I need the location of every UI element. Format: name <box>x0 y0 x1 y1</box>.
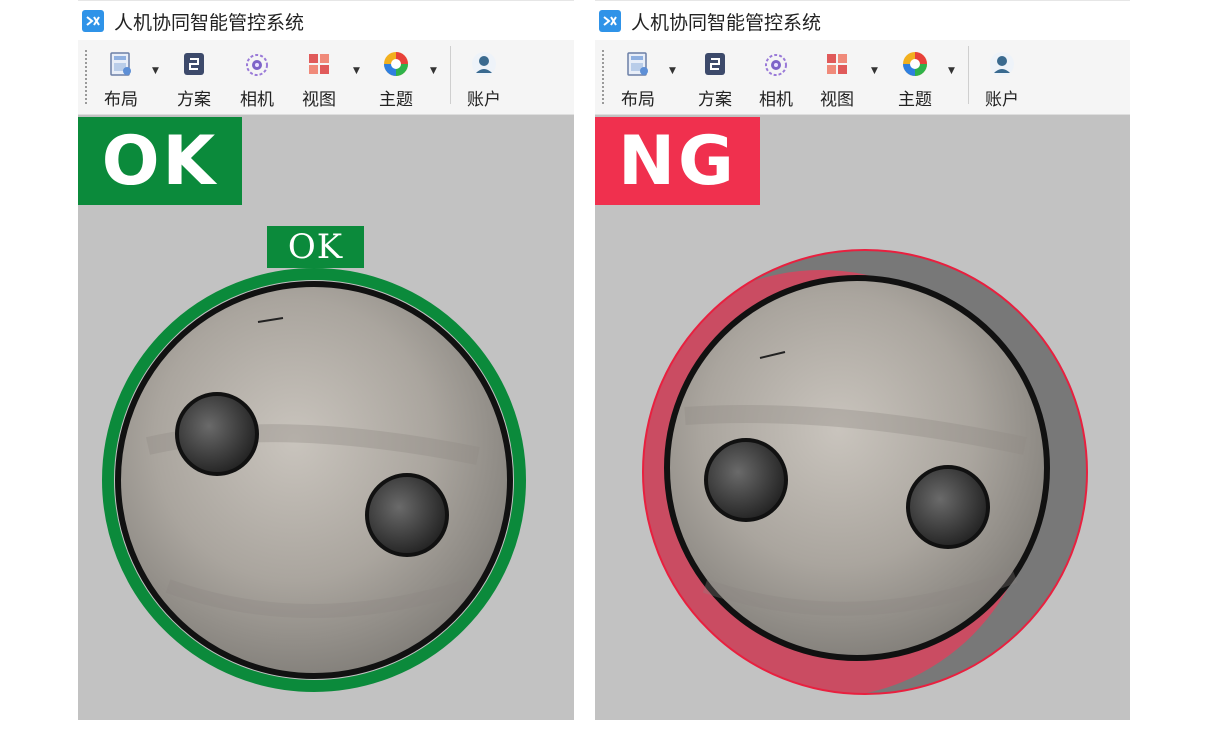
account-label: 账户 <box>985 90 1019 110</box>
layout-icon <box>110 52 131 76</box>
title-bar: 人机协同智能管控系统 <box>78 0 574 41</box>
app-logo-icon <box>82 10 104 32</box>
layout-button[interactable]: 布局 <box>615 47 661 110</box>
scheme-button[interactable]: 方案 <box>171 47 217 110</box>
toolbar-separator <box>450 46 451 104</box>
part-ok-label: OK <box>267 226 364 268</box>
view-dropdown-arrow[interactable]: ▼ <box>871 66 878 76</box>
view-label: 视图 <box>820 90 854 110</box>
layout-button[interactable]: 布局 <box>98 47 144 110</box>
inspection-view <box>642 249 1088 695</box>
theme-dropdown-arrow[interactable]: ▼ <box>948 66 955 76</box>
hole-left <box>704 438 788 522</box>
theme-icon <box>903 52 927 76</box>
account-button[interactable]: 账户 <box>979 47 1025 110</box>
title-bar: 人机协同智能管控系统 <box>595 0 1130 41</box>
theme-label: 主题 <box>898 90 932 110</box>
view-button[interactable]: 视图 <box>814 47 860 110</box>
scheme-label: 方案 <box>698 90 732 110</box>
layout-dropdown-arrow[interactable]: ▼ <box>669 66 676 76</box>
status-badge-ng: NG <box>595 117 760 205</box>
theme-dropdown-arrow[interactable]: ▼ <box>430 66 437 76</box>
view-icon <box>827 54 847 74</box>
toolbar: 布局 ▼ 方案 相机 视图 ▼ 主题 ▼ 账户 <box>78 40 574 115</box>
toolbar-separator <box>968 46 969 104</box>
view-button[interactable]: 视图 <box>296 47 342 110</box>
layout-label: 布局 <box>621 90 655 110</box>
theme-label: 主题 <box>379 90 413 110</box>
view-icon <box>309 54 329 74</box>
hole-right <box>906 465 990 549</box>
scheme-icon <box>184 53 204 75</box>
toolbar: 布局 ▼ 方案 相机 视图 ▼ 主题 ▼ 账户 <box>595 40 1130 115</box>
window-title: 人机协同智能管控系统 <box>114 11 305 34</box>
camera-icon <box>246 54 268 76</box>
hole-left <box>175 392 259 476</box>
view-label: 视图 <box>302 90 336 110</box>
layout-dropdown-arrow[interactable]: ▼ <box>152 66 159 76</box>
inspection-view <box>102 268 526 692</box>
theme-button[interactable]: 主题 <box>373 47 419 110</box>
scheme-label: 方案 <box>177 90 211 110</box>
panel-ng: 人机协同智能管控系统 布局 ▼ 方案 相机 视图 ▼ 主题 ▼ 账户 NG <box>595 0 1130 720</box>
window-title: 人机协同智能管控系统 <box>631 11 822 34</box>
view-dropdown-arrow[interactable]: ▼ <box>353 66 360 76</box>
account-label: 账户 <box>467 90 501 110</box>
theme-button[interactable]: 主题 <box>892 47 938 110</box>
camera-label: 相机 <box>759 90 793 110</box>
app-logo-icon <box>599 10 621 32</box>
scheme-icon <box>705 53 725 75</box>
theme-icon <box>384 52 408 76</box>
camera-button[interactable]: 相机 <box>234 47 280 110</box>
account-button[interactable]: 账户 <box>461 47 507 110</box>
camera-label: 相机 <box>240 90 274 110</box>
camera-icon <box>765 54 787 76</box>
layout-icon <box>627 52 648 76</box>
hole-right <box>365 473 449 557</box>
account-icon <box>990 52 1014 76</box>
layout-label: 布局 <box>104 90 138 110</box>
status-badge-ok: OK <box>78 117 242 205</box>
camera-button[interactable]: 相机 <box>753 47 799 110</box>
toolbar-grip[interactable] <box>85 50 87 104</box>
account-icon <box>472 52 496 76</box>
scheme-button[interactable]: 方案 <box>692 47 738 110</box>
panel-ok: 人机协同智能管控系统 布局 ▼ 方案 相机 视图 ▼ 主题 ▼ 账户 OK OK <box>78 0 574 720</box>
toolbar-grip[interactable] <box>602 50 604 104</box>
